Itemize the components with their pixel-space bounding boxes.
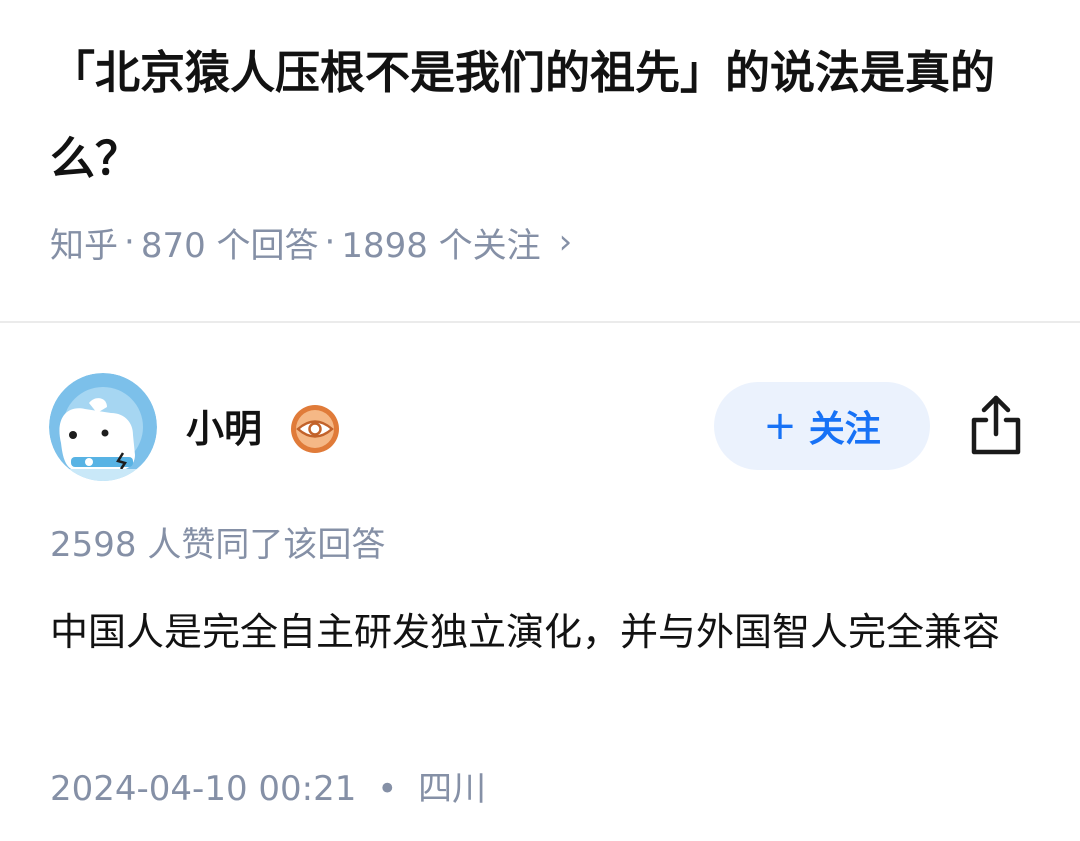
meta-separator: ·: [324, 222, 336, 262]
meta-answer-count: 870 个回答: [140, 225, 319, 266]
answer-footer: 2024-04-10 00:21 • 四川: [50, 762, 486, 816]
answer-date: 2024-04-10 00:21: [50, 769, 357, 809]
answer-content[interactable]: 中国人是完全自主研发独立演化，并与外国智人完全兼容: [50, 600, 1040, 665]
follow-label: 关注: [808, 409, 881, 450]
vote-count: 2598 人赞同了该回答: [50, 525, 386, 565]
avatar[interactable]: [49, 373, 157, 481]
question-meta[interactable]: 知乎 · 870 个回答 · 1898 个关注 ›: [50, 215, 572, 269]
chevron-right-icon: ›: [558, 222, 573, 262]
meta-source: 知乎: [50, 225, 118, 266]
footer-dot: •: [377, 769, 398, 809]
section-divider: [0, 321, 1080, 323]
question-title[interactable]: 「北京猿人压根不是我们的祖先」的说法是真的么？: [50, 30, 1040, 202]
cartoon-dog-avatar-icon: [49, 373, 157, 481]
plus-icon: +: [763, 403, 797, 449]
author-name[interactable]: 小明: [186, 400, 262, 458]
share-icon[interactable]: [966, 392, 1026, 458]
follow-button[interactable]: + 关注: [714, 382, 930, 470]
eye-badge-icon: [291, 405, 339, 453]
meta-separator: ·: [124, 222, 135, 262]
meta-follower-count: 1898 个关注: [341, 225, 541, 266]
answer-location: 四川: [418, 769, 487, 809]
